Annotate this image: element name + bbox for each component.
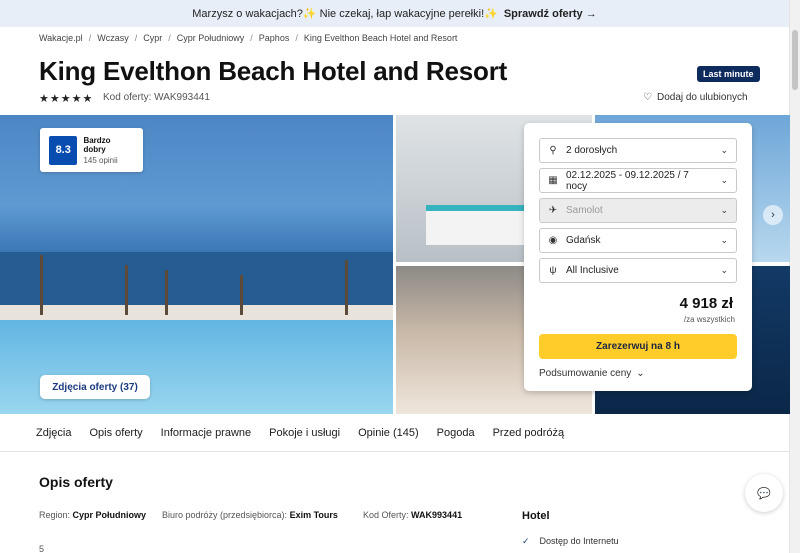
promo-banner: Marzysz o wakacjach?✨ Nie czekaj, łap wa…	[0, 0, 789, 27]
guests-value: 2 dorosłych	[566, 145, 618, 156]
cutlery-icon: ψ	[549, 265, 557, 276]
price-summary-toggle[interactable]: Podsumowanie ceny ⌄	[539, 368, 645, 379]
chevron-down-icon: ⌄	[720, 175, 728, 185]
check-icon: ✓	[522, 536, 530, 546]
amenity-label: Dostęp do Internetu	[539, 536, 619, 546]
region-label: Region:	[39, 510, 71, 520]
region-info: Region: Cypr Południowy	[39, 510, 146, 520]
star-rating: ★★★★★	[39, 93, 94, 105]
description-title: Opis oferty	[39, 474, 113, 490]
guests-select[interactable]: ⚲ 2 dorosłych ⌄	[539, 138, 737, 163]
board-select[interactable]: ψ All Inclusive ⌄	[539, 258, 737, 283]
offer-photos-button[interactable]: Zdjęcia oferty (37)	[40, 375, 150, 399]
code-label: Kod Oferty:	[363, 510, 409, 520]
breadcrumb-item[interactable]: Wczasy	[97, 33, 129, 43]
code-value: WAK993441	[411, 510, 463, 520]
book-button[interactable]: Zarezerwuj na 8 h	[539, 334, 737, 359]
add-to-favorites-button[interactable]: ♡ Dodaj do ulubionych	[643, 92, 748, 103]
scrollbar-thumb[interactable]	[792, 30, 798, 90]
tab-description[interactable]: Opis oferty	[89, 427, 142, 439]
departure-value: Gdańsk	[566, 235, 601, 246]
chevron-down-icon: ⌄	[636, 368, 645, 379]
chat-button[interactable]: 💬	[745, 474, 783, 512]
agency-info: Biuro podróży (przedsiębiorca): Exim Tou…	[162, 510, 338, 520]
breadcrumb-item[interactable]: Paphos	[259, 33, 290, 43]
gallery-next-button[interactable]: ›	[763, 205, 783, 225]
transport-select: ✈ Samolot ⌄	[539, 198, 737, 223]
scrollbar[interactable]	[789, 0, 800, 553]
agency-label: Biuro podróży (przedsiębiorca):	[162, 510, 288, 520]
star-count: 5	[39, 544, 45, 553]
offer-code: Kod oferty: WAK993441	[103, 92, 210, 103]
breadcrumb-item-current: King Evelthon Beach Hotel and Resort	[303, 33, 458, 43]
rating-card[interactable]: 8.3 Bardzo dobry 145 opinii	[40, 128, 143, 172]
transport-value: Samolot	[566, 205, 603, 216]
price-note: /za wszystkich	[683, 315, 735, 324]
promo-link[interactable]: Sprawdź oferty →	[504, 8, 597, 20]
tab-rooms[interactable]: Pokoje i usługi	[269, 427, 340, 439]
breadcrumb-item[interactable]: Cypr	[143, 33, 162, 43]
price: 4 918 zł	[679, 295, 733, 312]
departure-select[interactable]: ◉ Gdańsk ⌄	[539, 228, 737, 253]
chevron-down-icon: ⌄	[720, 145, 728, 155]
dates-select[interactable]: ▦ 02.12.2025 - 09.12.2025 / 7 nocy ⌄	[539, 168, 737, 193]
last-minute-badge: Last minute	[697, 66, 760, 82]
region-value: Cypr Południowy	[72, 510, 147, 520]
chat-icon: 💬	[757, 487, 771, 500]
person-icon: ⚲	[549, 145, 557, 156]
tab-legal[interactable]: Informacje prawne	[161, 427, 252, 439]
rating-count: 145 opinii	[83, 155, 118, 165]
tab-before-travel[interactable]: Przed podróżą	[493, 427, 565, 439]
booking-panel: ⚲ 2 dorosłych ⌄ ▦ 02.12.2025 - 09.12.202…	[524, 123, 752, 391]
rating-label: Bardzo dobry	[83, 135, 111, 154]
promo-text: Marzysz o wakacjach?✨ Nie czekaj, łap wa…	[192, 8, 498, 20]
breadcrumb-item[interactable]: Cypr Południowy	[177, 33, 245, 43]
code-info: Kod Oferty: WAK993441	[363, 510, 462, 520]
breadcrumb-item[interactable]: Wakacje.pl	[39, 33, 83, 43]
tab-reviews[interactable]: Opinie (145)	[358, 427, 419, 439]
favorites-label: Dodaj do ulubionych	[656, 92, 748, 103]
heart-icon: ♡	[643, 92, 652, 103]
section-tabs: Zdjęcia Opis oferty Informacje prawne Po…	[0, 415, 789, 452]
tab-photos[interactable]: Zdjęcia	[36, 427, 71, 439]
price-summary-label: Podsumowanie ceny	[539, 368, 632, 379]
chevron-down-icon: ⌄	[720, 205, 728, 215]
hotel-section-title: Hotel	[522, 510, 550, 522]
calendar-icon: ▦	[548, 175, 558, 186]
page-title: King Evelthon Beach Hotel and Resort	[39, 56, 508, 86]
chevron-down-icon: ⌄	[720, 265, 728, 275]
chevron-down-icon: ⌄	[720, 235, 728, 245]
chevron-right-icon: ›	[771, 209, 775, 221]
agency-value: Exim Tours	[289, 510, 338, 520]
rating-score: 8.3	[49, 135, 78, 165]
tab-weather[interactable]: Pogoda	[437, 427, 475, 439]
breadcrumb: Wakacje.pl / Wczasy / Cypr / Cypr Południow…	[39, 33, 458, 43]
amenity-item: ✓ Dostęp do Internetu	[522, 536, 619, 547]
plane-icon: ✈	[548, 205, 558, 216]
location-pin-icon: ◉	[548, 235, 558, 246]
dates-value: 02.12.2025 - 09.12.2025 / 7 nocy	[565, 169, 689, 192]
board-value: All Inclusive	[566, 265, 619, 276]
